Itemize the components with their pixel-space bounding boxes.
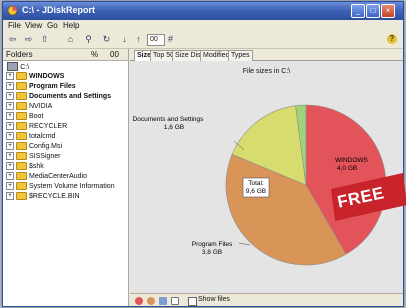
folder-icon xyxy=(16,132,27,141)
tree-item-label: WINDOWS xyxy=(29,73,65,80)
tree-root-label: C:\ xyxy=(20,64,30,71)
expand-icon[interactable]: + xyxy=(6,102,14,111)
slice-label-documents: Documents and Settings xyxy=(133,116,205,123)
tree-item[interactable]: + WINDOWS xyxy=(6,72,64,81)
tree-item[interactable]: + MediaCenterAudio xyxy=(6,172,87,181)
sort-descending-icon[interactable]: ↓ xyxy=(119,34,130,45)
tree-item[interactable]: + Config.Msi xyxy=(6,142,62,151)
slice-leader-line xyxy=(238,242,251,246)
percent-column-toggle[interactable]: % xyxy=(91,50,98,59)
menu-help[interactable]: Help xyxy=(63,21,79,30)
forward-icon[interactable]: ⇨ xyxy=(23,34,34,45)
tree-item-label: MediaCenterAudio xyxy=(29,173,87,180)
chart-bottom-bar: Show files xyxy=(130,293,403,306)
folder-icon xyxy=(16,172,27,181)
tree-item[interactable]: + NVIDIA xyxy=(6,102,52,111)
folder-icon xyxy=(16,92,27,101)
folder-icon xyxy=(16,162,27,171)
tree-item-label: $shk xyxy=(29,163,44,170)
tree-item[interactable]: + Documents and Settings xyxy=(6,92,111,101)
minimize-button[interactable]: _ xyxy=(351,4,365,18)
expand-icon[interactable]: + xyxy=(6,162,14,171)
disk-report-icon xyxy=(7,5,18,16)
pie-view-icon[interactable] xyxy=(135,297,143,305)
menu-bar: File View Go Help xyxy=(3,20,403,31)
tree-item-label: System Volume Information xyxy=(29,183,115,190)
tree-root[interactable]: C:\ xyxy=(7,62,30,72)
folder-icon xyxy=(16,72,27,81)
title-bar: C:\ - JDiskReport _ □ × xyxy=(3,2,403,20)
expand-icon[interactable]: + xyxy=(6,192,14,201)
slice-value-documents: 1,6 GB xyxy=(164,124,184,131)
menu-view[interactable]: View xyxy=(25,21,42,30)
expand-icon[interactable]: + xyxy=(6,142,14,151)
size-format-field[interactable]: 00 xyxy=(147,34,165,46)
expand-icon[interactable]: + xyxy=(6,112,14,121)
size-column-toggle[interactable]: 00 xyxy=(110,50,119,59)
slice-label-windows: WINDOWS xyxy=(335,157,369,164)
ring-view-icon[interactable] xyxy=(147,297,155,305)
expand-icon[interactable]: + xyxy=(6,132,14,141)
tree-item[interactable]: + Boot xyxy=(6,112,43,121)
tree-item[interactable]: + $shk xyxy=(6,162,44,171)
folder-icon xyxy=(16,112,27,121)
folder-icon xyxy=(16,102,27,111)
expand-icon[interactable]: + xyxy=(6,122,14,131)
expand-icon[interactable]: + xyxy=(6,152,14,161)
show-files-label: Show files xyxy=(198,296,230,303)
menu-file[interactable]: File xyxy=(8,21,21,30)
drive-icon xyxy=(7,62,18,72)
tree-item[interactable]: + SISSigner xyxy=(6,152,61,161)
tree-item-label: RECYCLER xyxy=(29,123,68,130)
home-icon[interactable]: ⌂ xyxy=(65,34,76,45)
app-window: C:\ - JDiskReport _ □ × File View Go Hel… xyxy=(2,1,404,307)
tree-item-label: SISSigner xyxy=(29,153,61,160)
tree-item-label: Config.Msi xyxy=(29,143,63,150)
slice-value-program-files: 3,8 GB xyxy=(202,249,222,256)
tree-item[interactable]: + Program Files xyxy=(6,82,76,91)
table-view-icon[interactable] xyxy=(171,297,179,305)
window-title: C:\ - JDiskReport xyxy=(22,5,96,15)
close-button[interactable]: × xyxy=(381,4,395,18)
folders-header-label: Folders xyxy=(6,50,33,59)
folder-icon xyxy=(16,182,27,191)
expand-icon[interactable]: + xyxy=(6,92,14,101)
tree-item[interactable]: + System Volume Information xyxy=(6,182,115,191)
maximize-button[interactable]: □ xyxy=(366,4,380,18)
tree-item-label: NVIDIA xyxy=(29,103,53,110)
bar-view-icon[interactable] xyxy=(159,297,167,305)
sort-ascending-icon[interactable]: ↑ xyxy=(133,34,144,45)
folder-icon xyxy=(16,192,27,201)
tree-item[interactable]: + RECYCLER xyxy=(6,122,67,131)
folders-panel: Folders % 00 C:\ + WINDOWS + Program Files +… xyxy=(3,49,129,306)
tree-item[interactable]: + totalcmd xyxy=(6,132,55,141)
folders-panel-header: Folders % 00 xyxy=(3,49,128,61)
total-value: 9,6 GB xyxy=(246,188,266,195)
menu-go[interactable]: Go xyxy=(47,21,58,30)
folder-icon xyxy=(16,152,27,161)
tree-item-label: Program Files xyxy=(29,83,76,90)
tree-item-label: Boot xyxy=(29,113,44,120)
help-icon[interactable]: ? xyxy=(387,34,397,44)
total-label: Total: xyxy=(248,180,264,187)
count-toggle[interactable]: # xyxy=(165,34,176,45)
folder-icon xyxy=(16,142,27,151)
folder-icon xyxy=(16,122,27,131)
expand-icon[interactable]: + xyxy=(6,172,14,181)
search-icon[interactable]: ⚲ xyxy=(83,34,94,45)
up-icon[interactable]: ⇧ xyxy=(39,34,50,45)
tree-item-label: Documents and Settings xyxy=(29,93,112,100)
back-icon[interactable]: ⇦ xyxy=(7,34,18,45)
show-files-checkbox[interactable] xyxy=(188,297,197,306)
expand-icon[interactable]: + xyxy=(6,82,14,91)
tree-item-label: $RECYCLE.BIN xyxy=(29,193,80,200)
toolbar: ⇦ ⇨ ⇧ ⌂ ⚲ ↻ ↓ ↑ 00 # ? xyxy=(3,31,403,49)
slice-label-program-files: Program Files xyxy=(192,241,233,248)
expand-icon[interactable]: + xyxy=(6,72,14,81)
tree-item[interactable]: + $RECYCLE.BIN xyxy=(6,192,80,201)
folder-icon xyxy=(16,82,27,91)
expand-icon[interactable]: + xyxy=(6,182,14,191)
refresh-icon[interactable]: ↻ xyxy=(101,34,112,45)
tree-item-label: totalcmd xyxy=(29,133,56,140)
